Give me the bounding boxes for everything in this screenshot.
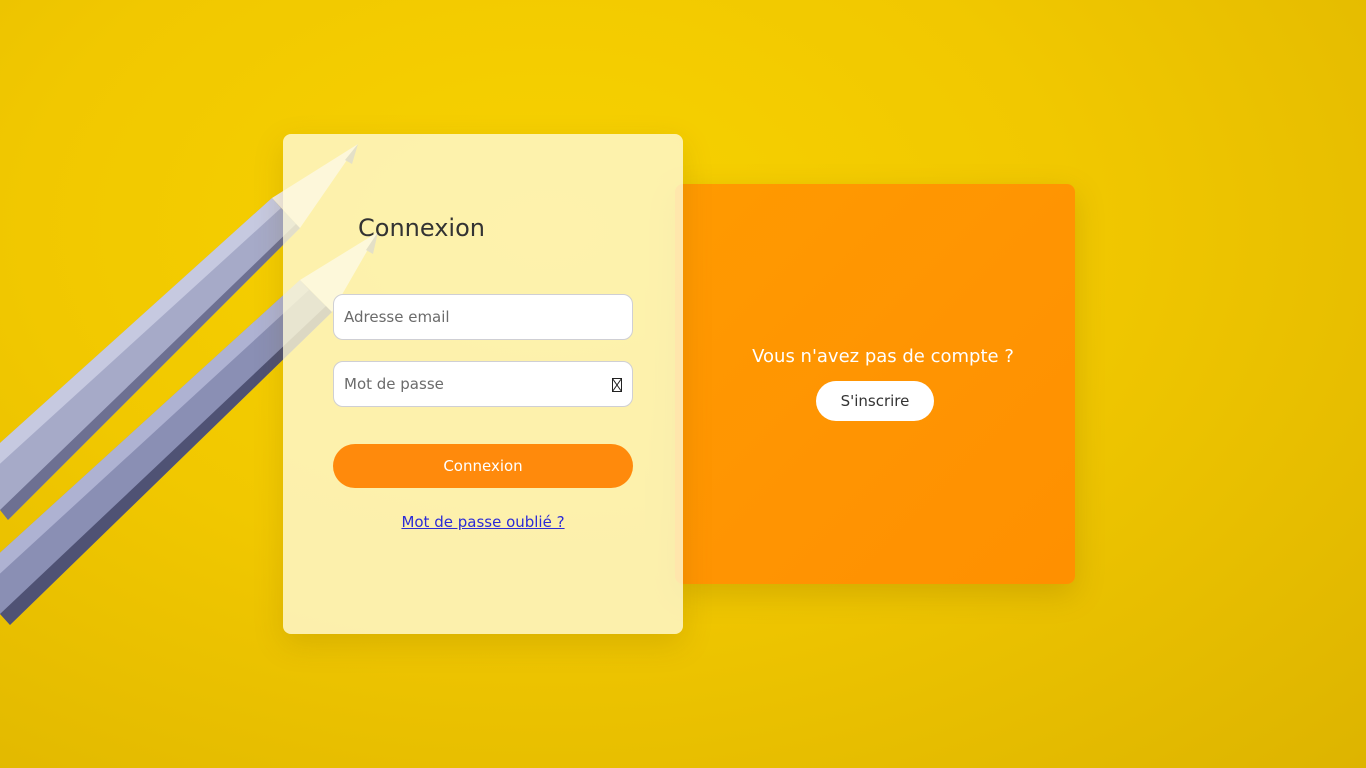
login-submit-button[interactable]: Connexion xyxy=(333,444,633,488)
signup-question: Vous n'avez pas de compte ? xyxy=(752,346,1014,367)
signup-panel: Vous n'avez pas de compte ? S'inscrire xyxy=(675,184,1075,584)
signup-button[interactable]: S'inscrire xyxy=(816,381,934,421)
password-input[interactable] xyxy=(334,362,632,406)
login-title: Connexion xyxy=(358,214,485,242)
forgot-password-link[interactable]: Mot de passe oublié ? xyxy=(283,513,683,531)
password-field-container xyxy=(333,361,633,407)
login-card: Connexion Connexion Mot de passe oublié … xyxy=(283,134,683,634)
password-visibility-icon[interactable] xyxy=(612,378,622,392)
email-field-container xyxy=(333,294,633,340)
email-input[interactable] xyxy=(334,295,632,339)
